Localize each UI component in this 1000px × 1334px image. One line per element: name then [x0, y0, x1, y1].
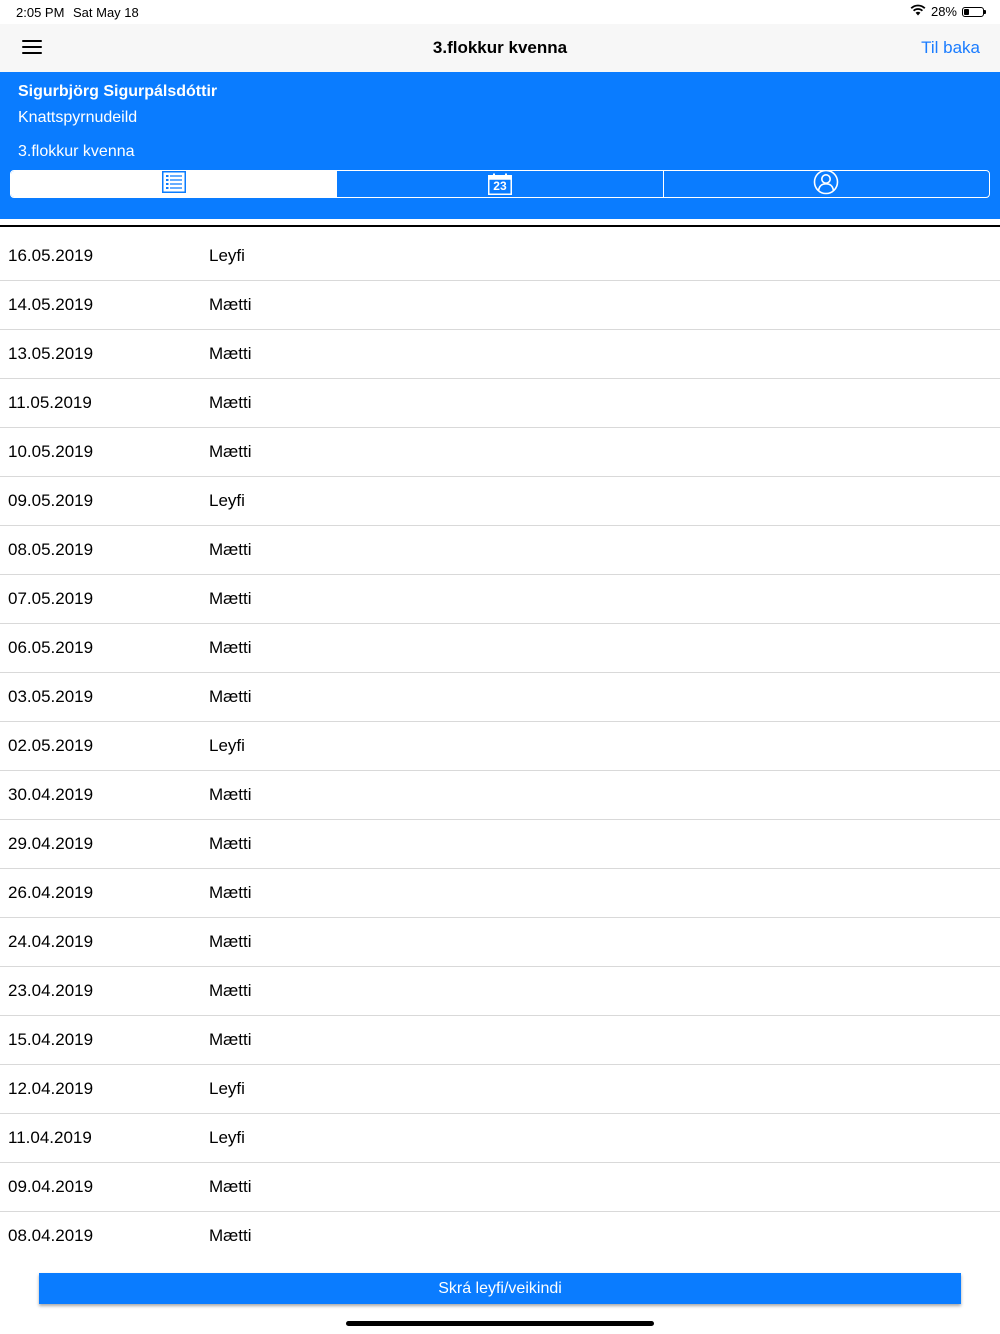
attendance-date: 02.05.2019: [8, 736, 94, 755]
attendance-date: 09.04.2019: [8, 1177, 94, 1196]
attendance-date: 14.05.2019: [8, 295, 94, 314]
attendance-row[interactable]: 13.05.2019 Mætti: [0, 330, 1000, 379]
attendance-date: 29.04.2019: [8, 834, 94, 853]
attendance-status: Mætti: [209, 1177, 252, 1196]
user-profile-icon: [813, 171, 839, 197]
battery-percent: 28%: [930, 4, 957, 19]
attendance-date: 08.04.2019: [8, 1226, 94, 1245]
attendance-date: 30.04.2019: [8, 785, 94, 804]
attendance-date: 09.05.2019: [8, 491, 94, 510]
list-icon: [161, 171, 186, 197]
attendance-row[interactable]: 09.04.2019 Mætti: [0, 1163, 1000, 1212]
attendance-date: 11.05.2019: [8, 393, 92, 412]
attendance-status: Mætti: [209, 785, 252, 804]
attendance-status: Mætti: [209, 295, 252, 314]
attendance-status: Leyfi: [209, 246, 245, 265]
attendance-date: 13.05.2019: [8, 344, 94, 363]
attendance-row[interactable]: 14.05.2019 Mætti: [0, 281, 1000, 330]
attendance-date: 08.05.2019: [8, 540, 94, 559]
attendance-date: 12.04.2019: [8, 1079, 94, 1098]
attendance-status: Mætti: [209, 1030, 252, 1049]
calendar-day-number: 23: [493, 179, 507, 193]
segment-calendar[interactable]: 23: [337, 171, 664, 197]
status-bar: 2:05 PM Sat May 18 28%: [0, 0, 1000, 24]
wifi-icon: [910, 4, 926, 19]
status-right: 28%: [910, 4, 986, 19]
attendance-status: Mætti: [209, 344, 252, 363]
attendance-status: Leyfi: [209, 1079, 245, 1098]
status-date: Sat May 18: [73, 5, 139, 20]
attendance-status: Mætti: [209, 589, 252, 608]
attendance-row[interactable]: 26.04.2019 Mætti: [0, 869, 1000, 918]
attendance-row[interactable]: 11.04.2019 Leyfi: [0, 1114, 1000, 1163]
attendance-status: Leyfi: [209, 491, 245, 510]
attendance-row[interactable]: 24.04.2019 Mætti: [0, 918, 1000, 967]
attendance-status: Mætti: [209, 883, 252, 902]
view-segmented-control: 23: [10, 170, 990, 198]
attendance-row[interactable]: 29.04.2019 Mætti: [0, 820, 1000, 869]
attendance-row[interactable]: 12.04.2019 Leyfi: [0, 1065, 1000, 1114]
attendance-status: Mætti: [209, 393, 252, 412]
department-label: Knattspyrnudeild: [18, 109, 138, 126]
battery-icon: [962, 6, 986, 17]
attendance-date: 07.05.2019: [8, 589, 94, 608]
attendance-row[interactable]: 08.05.2019 Mætti: [0, 526, 1000, 575]
member-name: Sigurbjörg Sigurpálsdóttir: [18, 83, 218, 100]
attendance-status: Mætti: [209, 638, 252, 657]
attendance-date: 03.05.2019: [8, 687, 94, 706]
attendance-date: 26.04.2019: [8, 883, 94, 902]
navigation-bar: 3.flokkur kvenna Til baka: [0, 24, 1000, 72]
back-button[interactable]: Til baka: [921, 38, 980, 58]
attendance-list: 16.05.2019 Leyfi 14.05.2019 Mætti 13.05.2019…: [0, 232, 1000, 1260]
attendance-row[interactable]: 09.05.2019 Leyfi: [0, 477, 1000, 526]
attendance-date: 11.04.2019: [8, 1128, 92, 1147]
attendance-status: Leyfi: [209, 736, 245, 755]
attendance-row[interactable]: 02.05.2019 Leyfi: [0, 722, 1000, 771]
group-label: 3.flokkur kvenna: [18, 143, 135, 160]
attendance-row[interactable]: 11.05.2019 Mætti: [0, 379, 1000, 428]
attendance-status: Mætti: [209, 1226, 252, 1245]
attendance-row[interactable]: 15.04.2019 Mætti: [0, 1016, 1000, 1065]
status-time: 2:05 PM: [16, 5, 65, 20]
attendance-date: 23.04.2019: [8, 981, 94, 1000]
segment-list[interactable]: [11, 171, 338, 197]
attendance-status: Leyfi: [209, 1128, 245, 1147]
attendance-row[interactable]: 23.04.2019 Mætti: [0, 967, 1000, 1016]
attendance-row[interactable]: 16.05.2019 Leyfi: [0, 232, 1000, 281]
attendance-row[interactable]: 30.04.2019 Mætti: [0, 771, 1000, 820]
profile-header: Sigurbjörg Sigurpálsdóttir Knattspyrnude…: [0, 72, 1000, 219]
attendance-date: 06.05.2019: [8, 638, 94, 657]
attendance-status: Mætti: [209, 687, 252, 706]
attendance-date: 15.04.2019: [8, 1030, 94, 1049]
page-title: 3.flokkur kvenna: [432, 38, 568, 57]
attendance-date: 10.05.2019: [8, 442, 94, 461]
attendance-date: 16.05.2019: [8, 246, 94, 265]
segment-profile[interactable]: [664, 171, 989, 197]
attendance-row[interactable]: 03.05.2019 Mætti: [0, 673, 1000, 722]
attendance-row[interactable]: 07.05.2019 Mætti: [0, 575, 1000, 624]
attendance-row[interactable]: 06.05.2019 Mætti: [0, 624, 1000, 673]
attendance-date: 24.04.2019: [8, 932, 94, 951]
attendance-status: Mætti: [209, 540, 252, 559]
calendar-icon: 23: [487, 173, 512, 195]
attendance-status: Mætti: [209, 981, 252, 1000]
register-leave-button[interactable]: Skrá leyfi/veikindi: [39, 1273, 961, 1304]
attendance-row[interactable]: 08.04.2019 Mætti: [0, 1212, 1000, 1260]
attendance-status: Mætti: [209, 834, 252, 853]
attendance-status: Mætti: [209, 932, 252, 951]
attendance-status: Mætti: [209, 442, 252, 461]
header-divider: [0, 225, 1000, 227]
attendance-row[interactable]: 10.05.2019 Mætti: [0, 428, 1000, 477]
home-indicator: [346, 1321, 654, 1326]
